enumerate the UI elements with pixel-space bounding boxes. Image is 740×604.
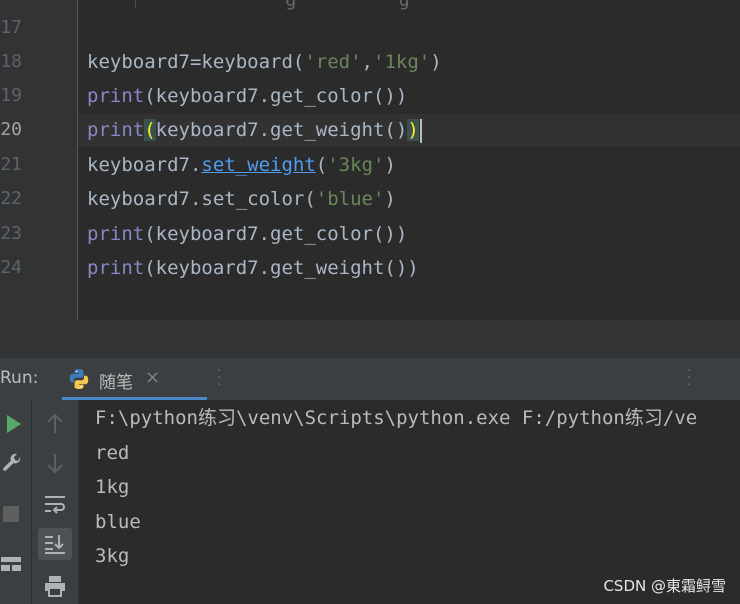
console-line: blue — [95, 511, 141, 533]
code-token: keyboard7=keyboard( — [87, 51, 305, 73]
builtin-print: print — [87, 223, 145, 245]
code-line-23[interactable]: print(keyboard7.get_color()) — [87, 218, 407, 250]
string-literal: '3kg' — [327, 154, 385, 176]
line-number: 19 — [0, 86, 22, 106]
line-number: 22 — [0, 189, 22, 209]
layout-icon[interactable] — [0, 555, 22, 573]
scroll-to-end-toggle[interactable] — [38, 528, 72, 560]
code-editor[interactable]: 17 18 19 20 21 22 23 24 g g keyboard7=ke… — [0, 0, 740, 320]
line-number: 24 — [0, 258, 22, 278]
down-arrow-icon[interactable] — [44, 451, 66, 475]
line-number: 18 — [0, 52, 22, 72]
console-toolbar — [32, 400, 79, 604]
code-token: keyboard7. — [87, 154, 202, 176]
more-vertical-icon[interactable]: · · · — [687, 364, 691, 392]
code-line-21[interactable]: keyboard7.set_weight('3kg') — [87, 149, 396, 181]
code-line-22[interactable]: keyboard7.set_color('blue') — [87, 183, 396, 215]
line-number-current: 20 — [0, 120, 22, 140]
string-literal: 'blue' — [315, 188, 385, 210]
wrench-icon[interactable] — [0, 452, 24, 476]
matched-paren-close: ) — [407, 119, 419, 141]
code-token: ) — [430, 51, 442, 73]
tab-label: 随笔 — [99, 373, 133, 393]
code-token: (keyboard7.get_color()) — [144, 223, 408, 245]
scroll-to-end-icon — [45, 535, 65, 554]
soft-wrap-icon[interactable] — [43, 493, 67, 515]
method-link-set-weight[interactable]: set_weight — [201, 154, 315, 176]
code-token: keyboard7.set_color( — [87, 188, 316, 210]
console-line-command: F:\python练习\venv\Scripts\python.exe F:/p… — [95, 407, 698, 429]
run-panel-header: Run: 随笔 × · · · · · · — [0, 358, 740, 401]
code-line-18[interactable]: keyboard7=keyboard('red','1kg') — [87, 46, 442, 78]
code-token: ) — [384, 188, 396, 210]
panel-divider[interactable] — [0, 320, 740, 358]
run-tab[interactable]: 随笔 × — [62, 358, 207, 400]
code-token: (keyboard7.get_color()) — [144, 85, 408, 107]
builtin-print: print — [87, 257, 145, 279]
python-icon — [69, 369, 89, 389]
line-number: 17 — [0, 18, 22, 38]
code-line-24[interactable]: print(keyboard7.get_weight()) — [87, 252, 419, 284]
clipped-code-line: g g — [240, 0, 479, 11]
run-label: Run: — [0, 368, 39, 388]
fold-guide — [135, 0, 136, 8]
close-icon[interactable]: × — [145, 367, 160, 388]
text-caret — [419, 118, 422, 143]
matched-paren-open: ( — [144, 119, 156, 141]
code-line-19[interactable]: print(keyboard7.get_color()) — [87, 80, 407, 112]
builtin-print: print — [87, 85, 145, 107]
code-line-20[interactable]: print(keyboard7.get_weight()) — [87, 114, 422, 146]
code-token: , — [361, 51, 373, 73]
string-literal: '1kg' — [373, 51, 431, 73]
run-toolbar — [0, 400, 32, 604]
console-line: 1kg — [95, 476, 130, 498]
watermark: CSDN @東霜鲟雪 — [603, 577, 726, 595]
up-arrow-icon[interactable] — [44, 412, 66, 436]
more-vertical-icon[interactable]: · · · — [217, 364, 221, 392]
builtin-print: print — [87, 119, 145, 141]
line-number: 23 — [0, 224, 22, 244]
code-token: ) — [384, 154, 396, 176]
code-token: (keyboard7.get_weight()) — [144, 257, 419, 279]
console-line: red — [95, 442, 130, 464]
stop-icon[interactable] — [2, 505, 20, 523]
code-token: keyboard7.get_weight() — [155, 119, 408, 141]
line-number: 21 — [0, 155, 22, 175]
line-number-gutter: 17 18 19 20 21 22 23 24 — [0, 0, 78, 320]
code-token: ( — [315, 154, 328, 176]
console-output[interactable]: F:\python练习\venv\Scripts\python.exe F:/p… — [79, 400, 740, 604]
print-icon[interactable] — [43, 575, 67, 597]
run-icon[interactable] — [3, 413, 23, 435]
console-line: 3kg — [95, 545, 130, 567]
string-literal: 'red' — [304, 51, 362, 73]
